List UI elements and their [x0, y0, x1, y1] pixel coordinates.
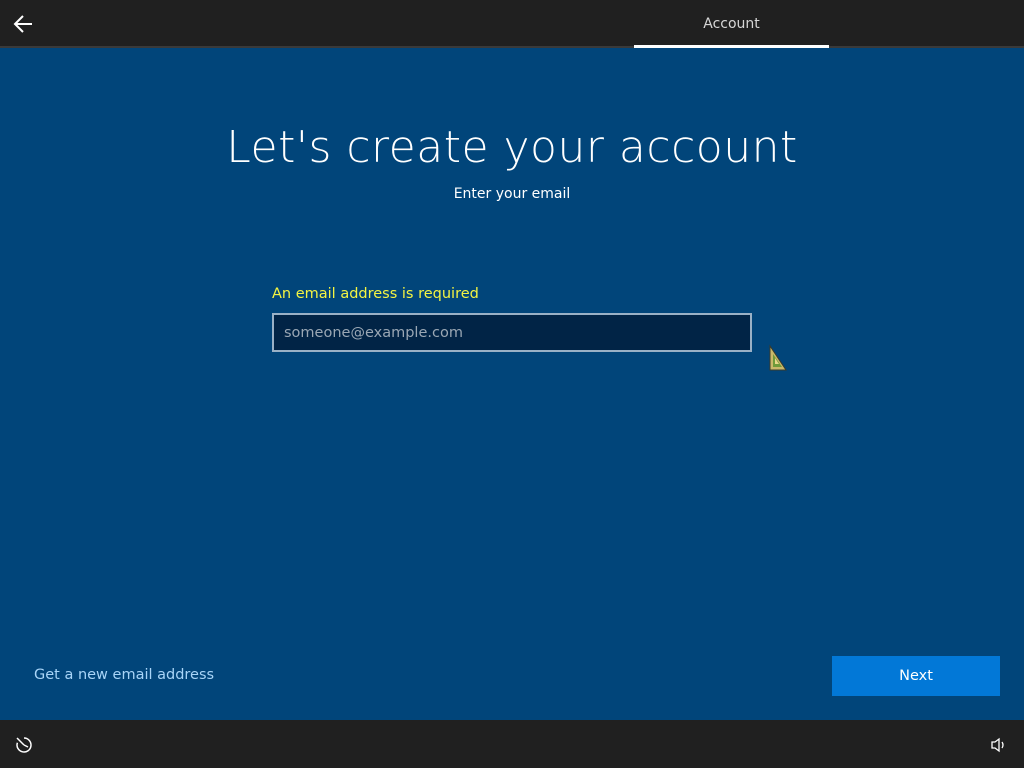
back-button[interactable] [10, 10, 38, 38]
page-subtitle: Enter your email [453, 186, 571, 202]
next-button[interactable]: Next [832, 656, 1000, 696]
email-error-message: An email address is required [272, 286, 479, 302]
bottom-bar [0, 720, 1024, 768]
get-new-email-link[interactable]: Get a new email address [34, 667, 214, 683]
page-title: Let's create your account [226, 122, 798, 173]
volume-icon[interactable] [990, 737, 1008, 753]
busy-cursor-icon [769, 344, 787, 371]
tab-indicator [634, 45, 829, 48]
top-bar: Account [0, 0, 1024, 48]
ease-of-access-icon[interactable] [14, 735, 34, 755]
back-arrow-icon [13, 15, 32, 33]
email-input[interactable] [272, 313, 752, 352]
tab-account[interactable]: Account [634, 0, 829, 46]
oobe-window: Account Let's create your account Enter … [0, 0, 1024, 768]
